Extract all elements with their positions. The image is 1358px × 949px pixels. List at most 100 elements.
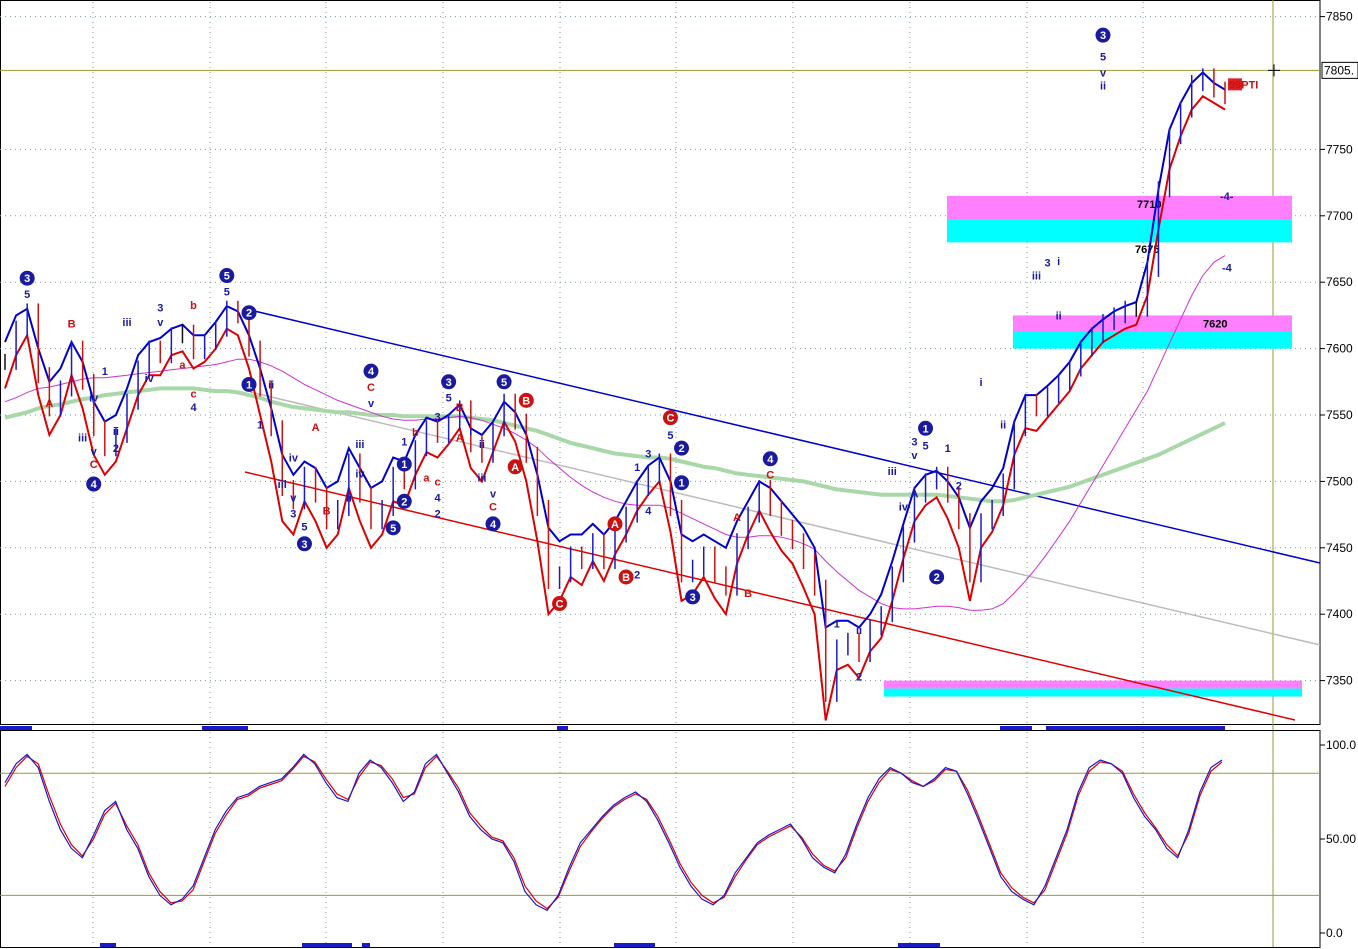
wave-label: 1 (945, 443, 951, 455)
zone-annotation: -4 (1222, 263, 1233, 275)
wave-label: v (368, 398, 375, 410)
wave-label: A (312, 422, 320, 434)
wave-label: 3 (1044, 257, 1050, 269)
lower-band-line (4, 95, 1226, 721)
wave-label: 2 (678, 443, 684, 455)
zone-lower (947, 219, 1292, 243)
wave-label: 2 (956, 480, 962, 492)
wave-label: 5 (922, 441, 928, 453)
wave-label: 2 (634, 569, 640, 581)
wave-label: 5 (390, 523, 396, 535)
wave-label: B (456, 402, 464, 414)
wave-label: 1 (634, 462, 640, 474)
y-tick-label: 100.0 (1326, 738, 1356, 752)
zone-label: 7620 (1203, 318, 1227, 330)
wave-label: iv (289, 452, 299, 464)
oscillator-signal-line (4, 755, 1223, 910)
wave-label: 3 (157, 302, 163, 314)
wave-label: 2 (246, 308, 252, 320)
moving-average-slow (4, 386, 1226, 504)
wave-label: 5 (1100, 51, 1106, 63)
wave-label: v (911, 450, 918, 462)
wave-label: v (290, 492, 297, 504)
wave-label: 2 (113, 443, 119, 455)
signal-marker-strip (100, 943, 116, 947)
wave-label: 2 (856, 672, 862, 684)
price-frame (0, 0, 1321, 725)
wave-label: 1 (678, 478, 684, 490)
zone-lower (884, 688, 1302, 697)
wave-label: iii (78, 433, 87, 445)
wave-label: ii (268, 379, 274, 391)
wave-label: iii (278, 479, 287, 491)
wave-label: 3 (446, 377, 452, 389)
signal-marker-strip (1046, 726, 1225, 730)
y-tick-label: 7550 (1326, 408, 1353, 422)
wave-label: 5 (301, 522, 307, 534)
wave-label: 3 (290, 508, 296, 520)
wave-label: 4 (368, 366, 375, 378)
wave-label: 3 (434, 411, 440, 423)
wave-label: c (434, 476, 440, 488)
wave-label: 3 (24, 273, 30, 285)
badge-label: 99PTI (1229, 79, 1258, 91)
wave-label: i (1057, 256, 1060, 268)
wave-label: v (91, 446, 98, 458)
signal-marker-strip (302, 943, 352, 947)
wave-label: ii (1056, 310, 1062, 322)
wave-label: ii (113, 426, 119, 438)
wave-label: iv (355, 468, 365, 480)
wave-label: A (910, 488, 918, 500)
signal-marker-strip (557, 726, 568, 730)
wave-label: B (744, 588, 752, 600)
wave-label: c (190, 389, 196, 401)
oscillator-frame (0, 730, 1321, 948)
wave-label: 2 (401, 496, 407, 508)
wave-label: iii (1032, 271, 1041, 283)
wave-label: B (68, 318, 76, 330)
y-tick-label: 50.00 (1326, 832, 1356, 846)
y-tick-label: 7850 (1326, 10, 1353, 24)
wave-label: ii (346, 492, 352, 504)
y-tick-label: 7750 (1326, 142, 1353, 156)
signal-marker-strip (1000, 726, 1032, 730)
wave-label: 1 (922, 423, 928, 435)
wave-label: b (412, 427, 419, 439)
wave-label: 1 (834, 618, 840, 630)
wave-label: 5 (224, 271, 230, 283)
wave-label: ii (479, 439, 485, 451)
wave-label: 2 (434, 508, 440, 520)
signal-marker-strip (202, 726, 248, 730)
wave-label: 3 (645, 448, 651, 460)
wave-label: 3 (1100, 30, 1106, 42)
wave-label: v (1100, 67, 1107, 79)
wave-label: 5 (501, 377, 507, 389)
wave-label: ii (1100, 81, 1106, 93)
y-tick-label: 7500 (1326, 474, 1353, 488)
wave-label: 1 (246, 379, 252, 391)
wave-label: v (157, 317, 164, 329)
wave-label: a (423, 472, 430, 484)
current-price-label: 7805. (1324, 63, 1354, 77)
wave-label: ii (856, 625, 862, 637)
wave-label: ii (1000, 419, 1006, 431)
wave-label: 4 (91, 479, 98, 491)
wave-label: iii (888, 466, 897, 478)
y-tick-label: 7600 (1326, 342, 1353, 356)
zone-upper (884, 680, 1302, 689)
wave-label: B (323, 506, 331, 518)
price-panel: 7850 7750 7700 7650 7600 7550 7500 7450 7400 7350… (0, 0, 1358, 947)
wave-label: 5 (24, 289, 30, 301)
wave-label: i (469, 426, 472, 438)
wave-label: iii (477, 472, 486, 484)
wave-label: b (190, 300, 197, 312)
y-tick-label: 7350 (1326, 674, 1353, 688)
wave-label: v (490, 488, 497, 500)
y-tick-label: 7400 (1326, 607, 1353, 621)
y-tick-label: 7650 (1326, 275, 1353, 289)
wave-label: C (766, 470, 774, 482)
wave-label: a (179, 360, 186, 372)
wave-label: iii (355, 439, 364, 451)
wave-label: C (367, 382, 375, 394)
wave-label: 2 (934, 572, 940, 584)
